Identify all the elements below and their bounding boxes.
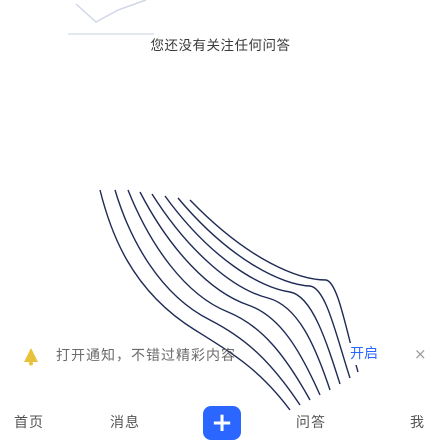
empty-state-illustration	[68, 0, 154, 35]
notice-bar: 打开通知，不错过精彩内容 开启 ×	[0, 332, 441, 380]
plus-icon[interactable]: +	[203, 406, 241, 440]
page: 您还没有关注任何问答 打开通知，不错过精彩内容 开启 × 首页 消息 + 问答 …	[0, 0, 441, 448]
tab-home[interactable]: 首页	[12, 410, 46, 436]
tab-bar: 首页 消息 + 问答 我	[0, 404, 441, 448]
tab-me[interactable]: 我	[408, 410, 427, 436]
tab-qa[interactable]: 问答	[294, 410, 328, 436]
tab-messages[interactable]: 消息	[108, 410, 142, 436]
notice-open-button[interactable]: 开启	[348, 343, 380, 365]
empty-state-message: 您还没有关注任何问答	[150, 38, 291, 54]
close-icon[interactable]: ×	[414, 343, 427, 365]
bell-icon	[24, 348, 38, 366]
notice-text: 打开通知，不错过精彩内容	[56, 348, 236, 364]
